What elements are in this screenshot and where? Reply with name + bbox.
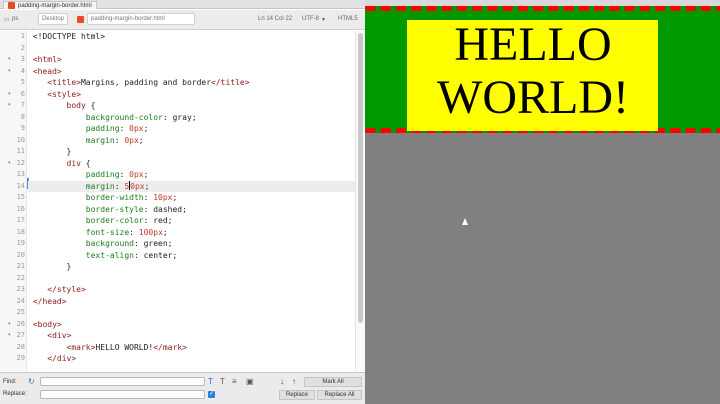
language-select[interactable]: HTML5 xyxy=(338,16,358,22)
code-line: </style> xyxy=(47,285,86,294)
arrow-up-icon[interactable]: ↑ xyxy=(292,377,296,386)
code-line: body { xyxy=(66,101,96,110)
code-line: padding: 0px; xyxy=(85,124,149,133)
preview-heading-line2: WORLD! xyxy=(437,71,629,124)
code-line: text-align: center; xyxy=(85,250,178,260)
path-file[interactable]: padding-margin-border.html xyxy=(87,13,195,25)
selection-icon[interactable]: ▣ xyxy=(246,377,254,386)
code-line: </div> xyxy=(47,354,77,363)
code-editor-pane: padding-margin-border.html ▭ ps Desktop … xyxy=(0,0,365,404)
path-bar: ▭ ps Desktop padding-margin-border.html … xyxy=(0,10,365,30)
line-number: 10 xyxy=(16,135,25,144)
line-number: 29 xyxy=(16,354,25,362)
fold-arrow-icon[interactable]: ▾ xyxy=(8,100,14,112)
replace-all-button[interactable]: Replace All xyxy=(317,390,362,400)
scrollbar-thumb[interactable] xyxy=(358,33,363,323)
line-number: 25 xyxy=(16,308,25,316)
line-number: 20 xyxy=(16,250,25,259)
line-number: 28 xyxy=(16,342,25,351)
fold-arrow-icon[interactable]: ▾ xyxy=(8,66,14,78)
line-number: 17 xyxy=(16,216,25,224)
line-gutter: 1 2 3 4 5 6 7 8 9 10 11 12 13 14 15 16 1… xyxy=(0,31,27,371)
code-line: } xyxy=(66,262,72,271)
code-line: <body> xyxy=(32,319,62,329)
code-line: div { xyxy=(66,158,91,168)
line-number: 21 xyxy=(16,262,25,270)
fold-arrow-icon[interactable]: ▾ xyxy=(8,319,14,331)
line-number: 18 xyxy=(16,227,25,236)
find-label: Find: xyxy=(3,379,17,385)
line-number: 16 xyxy=(16,204,25,213)
find-replace-bar: Find: ↻ T T ≡ ▣ ↓ ↑ Mark All Replace: ✓ … xyxy=(0,372,365,404)
fold-arrow-icon[interactable]: ▾ xyxy=(8,54,14,66)
code-line: border-style: dashed; xyxy=(85,204,187,214)
code-line: border-color: red; xyxy=(85,216,173,225)
line-number: 8 xyxy=(20,112,25,121)
tab-bar: padding-margin-border.html xyxy=(0,0,365,9)
chevron-down-icon: ▾ xyxy=(322,17,326,23)
code-line: } xyxy=(66,147,72,156)
tab-padding-margin-border[interactable]: padding-margin-border.html xyxy=(3,1,97,9)
path-root[interactable]: ps xyxy=(12,16,18,22)
line-number: 22 xyxy=(16,273,25,282)
mouse-pointer-icon xyxy=(462,218,468,225)
code-line: <!DOCTYPE html> xyxy=(32,32,106,41)
line-number: 1 xyxy=(20,32,25,40)
code-line: <html> xyxy=(32,55,62,64)
code-line: background-color: gray; xyxy=(85,112,197,122)
fold-arrow-icon[interactable]: ▾ xyxy=(8,158,14,170)
path-folder[interactable]: Desktop xyxy=(38,13,69,25)
line-number: 2 xyxy=(20,43,25,52)
vertical-scrollbar[interactable] xyxy=(355,31,365,371)
fold-arrow-icon[interactable]: ▾ xyxy=(8,89,14,101)
code-line: </head> xyxy=(32,296,67,306)
html-file-icon xyxy=(77,16,84,23)
html-file-icon xyxy=(8,2,15,9)
code-line: background: green; xyxy=(85,239,173,248)
code-line: <mark>HELLO WORLD!</mark> xyxy=(66,342,187,352)
code-line: font-size: 100px; xyxy=(85,227,168,237)
replace-label: Replace: xyxy=(3,391,27,397)
cursor-position: Ln 14 Col 22 xyxy=(258,16,293,22)
code-line: padding: 0px; xyxy=(85,170,149,179)
replace-button[interactable]: Replace xyxy=(279,390,315,400)
root-icon: ▭ xyxy=(4,17,10,23)
code-line: <title>Margins, padding and border</titl… xyxy=(47,78,250,87)
line-number: 15 xyxy=(16,193,25,201)
line-number: 13 xyxy=(16,170,25,178)
line-number: 11 xyxy=(16,147,25,155)
line-number: 5 xyxy=(20,78,25,86)
regex-icon[interactable]: ≡ xyxy=(232,377,237,386)
code-area[interactable]: <!DOCTYPE html> <html> <head> <title>Mar… xyxy=(28,31,355,371)
code-line-current: margin: 50px; xyxy=(28,180,355,192)
code-line: margin: 0px; xyxy=(85,135,144,145)
line-number: 24 xyxy=(16,296,25,305)
tab-label: padding-margin-border.html xyxy=(18,2,92,9)
code-line: <head> xyxy=(32,66,62,76)
code-line: <div> xyxy=(47,331,72,340)
preview-div-box: HELLO WORLD! xyxy=(365,6,720,133)
line-number: 9 xyxy=(20,124,25,132)
code-line: <style> xyxy=(47,89,81,99)
encoding-select[interactable]: UTF-8 xyxy=(302,16,319,22)
fold-arrow-icon[interactable]: ▾ xyxy=(8,330,14,342)
whole-word-icon[interactable]: T xyxy=(220,377,225,386)
refresh-icon[interactable]: ↻ xyxy=(28,377,35,386)
arrow-down-icon[interactable]: ↓ xyxy=(280,377,284,386)
line-number: 19 xyxy=(16,239,25,247)
replace-input[interactable] xyxy=(40,390,205,399)
code-line: border-width: 10px; xyxy=(85,193,178,202)
case-sensitive-icon[interactable]: T xyxy=(208,377,213,386)
line-number: 23 xyxy=(16,285,25,293)
line-number: 14 xyxy=(16,181,25,190)
preview-heading-line1: HELLO xyxy=(454,18,612,71)
live-preview-pane: HELLO WORLD! xyxy=(365,0,720,404)
find-input[interactable] xyxy=(40,377,205,386)
mark-all-button[interactable]: Mark All xyxy=(304,377,362,387)
checkbox-checked-icon[interactable]: ✓ xyxy=(208,391,215,398)
